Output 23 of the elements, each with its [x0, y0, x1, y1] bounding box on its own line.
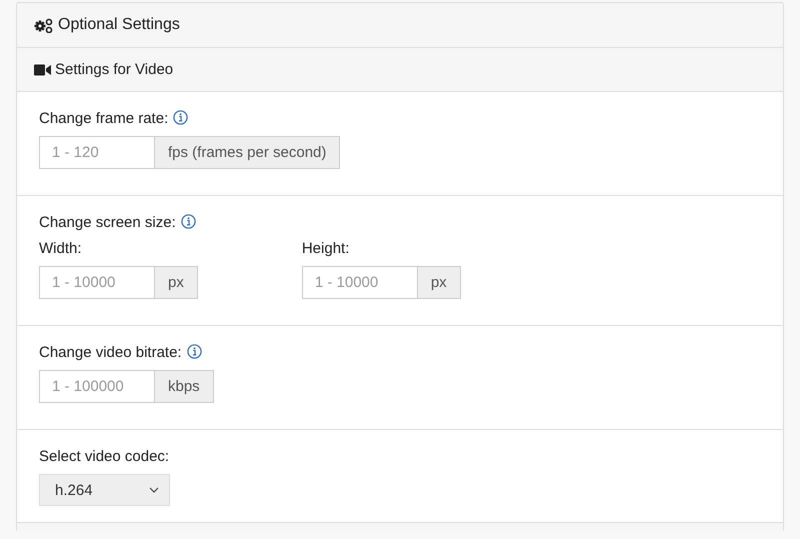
- section-label: Change frame rate:: [39, 110, 168, 128]
- input-field[interactable]: 1 - 100000: [39, 370, 154, 403]
- chevron-down-icon: [149, 487, 159, 493]
- section-label: Change video bitrate:: [39, 344, 182, 362]
- panel-title: Optional Settings: [58, 16, 180, 34]
- input-field[interactable]: 1 - 10000: [39, 266, 154, 299]
- codec-select[interactable]: h.264: [39, 474, 170, 506]
- unit-addon: px: [416, 266, 461, 299]
- unit-addon: px: [154, 266, 198, 299]
- info-icon[interactable]: [186, 344, 202, 359]
- video-camera-icon: [34, 64, 51, 76]
- gears-icon: [34, 18, 53, 32]
- section-label: Change screen size:: [39, 214, 176, 232]
- unit-addon: fps (frames per second): [154, 136, 340, 169]
- field-label: Height:: [302, 240, 350, 258]
- input-field[interactable]: 1 - 10000: [302, 266, 417, 299]
- section-label: Select video codec:: [39, 448, 170, 466]
- input-field[interactable]: 1 - 120: [39, 136, 154, 169]
- subpanel-title: Settings for Video: [55, 61, 174, 78]
- info-icon[interactable]: [173, 110, 188, 125]
- info-icon[interactable]: [180, 214, 196, 229]
- unit-addon: kbps: [154, 370, 214, 403]
- field-label: Width:: [39, 240, 83, 258]
